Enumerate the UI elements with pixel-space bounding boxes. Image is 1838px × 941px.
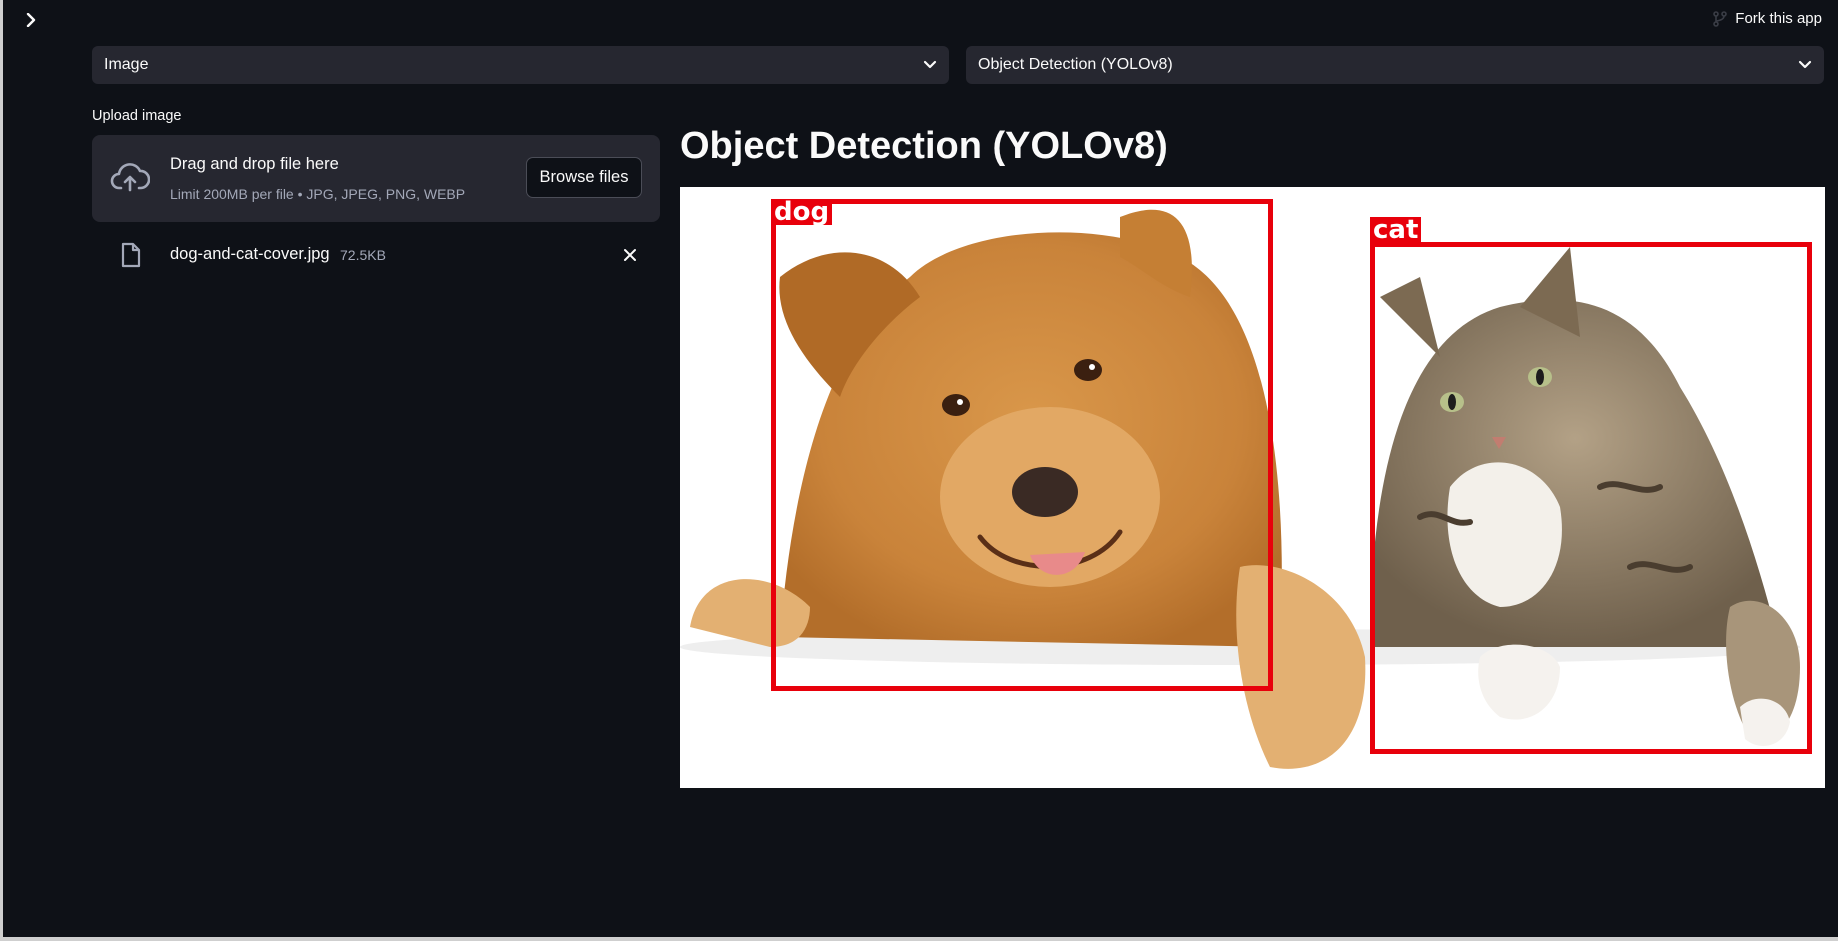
chevron-right-icon	[26, 13, 36, 27]
input-mode-select[interactable]: Image	[92, 46, 949, 84]
sidebar-toggle-button[interactable]	[21, 10, 41, 30]
file-icon	[121, 242, 141, 268]
dropzone-limit: Limit 200MB per file • JPG, JPEG, PNG, W…	[170, 186, 466, 202]
upload-label: Upload image	[92, 108, 182, 124]
dropzone-title: Drag and drop file here	[170, 155, 339, 173]
file-size: 72.5KB	[340, 247, 386, 263]
input-mode-value: Image	[104, 56, 149, 73]
detection-label-cat: cat	[1370, 217, 1422, 243]
cloud-upload-icon	[110, 163, 150, 192]
task-value: Object Detection (YOLOv8)	[978, 56, 1173, 73]
remove-file-button[interactable]	[620, 245, 640, 265]
detection-box-dog	[771, 199, 1273, 691]
fork-app-button[interactable]: Fork this app	[1713, 10, 1822, 27]
chevron-down-icon	[923, 60, 937, 70]
detection-label-dog: dog	[771, 199, 833, 225]
detection-box-cat	[1370, 242, 1812, 754]
file-name: dog-and-cat-cover.jpg	[170, 245, 330, 263]
uploaded-file-row: dog-and-cat-cover.jpg 72.5KB	[92, 236, 660, 274]
close-icon	[624, 249, 636, 261]
task-select[interactable]: Object Detection (YOLOv8)	[966, 46, 1824, 84]
fork-app-label: Fork this app	[1735, 10, 1822, 27]
page-title: Object Detection (YOLOv8)	[680, 125, 1168, 167]
file-dropzone[interactable]: Drag and drop file here Limit 200MB per …	[92, 135, 660, 222]
browse-files-button[interactable]: Browse files	[526, 157, 642, 198]
fork-icon	[1713, 10, 1728, 27]
detection-result-image: dog cat	[680, 187, 1825, 788]
app-root: Fork this app Image Object Detection (YO…	[3, 0, 1838, 937]
chevron-down-icon	[1798, 60, 1812, 70]
